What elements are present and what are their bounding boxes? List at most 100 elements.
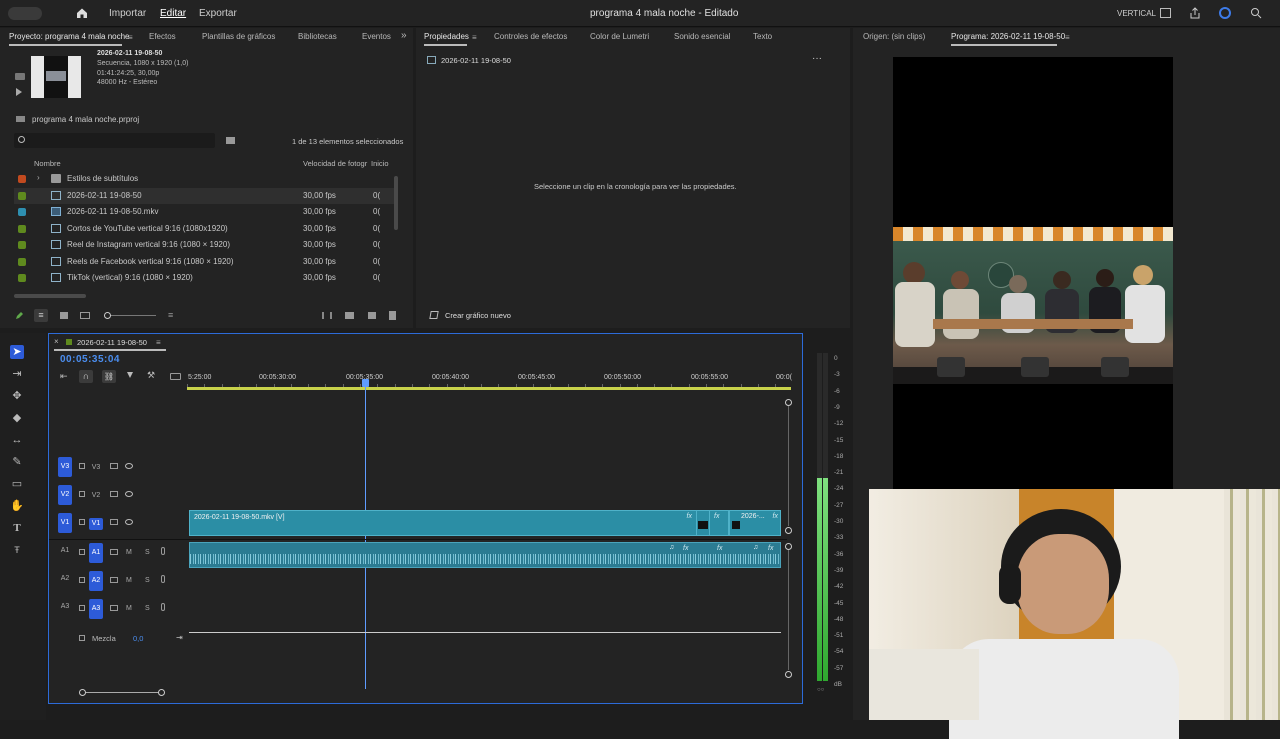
chevron-right-icon[interactable]: › [37,173,40,182]
vertical-zoom-handle[interactable] [785,671,792,678]
tab-project[interactable]: Proyecto: programa 4 mala noche [9,32,130,41]
track-target-v3[interactable]: V3 [58,457,72,477]
lock-icon[interactable] [79,491,85,497]
track-select-tool-icon[interactable]: ⇥ [10,367,24,381]
eye-icon[interactable] [125,463,133,469]
microphone-icon[interactable] [161,603,165,611]
label-color-swatch[interactable] [18,225,26,233]
tab-program-monitor[interactable]: Programa: 2026-02-11 19-08-50 [951,32,1065,41]
playhead[interactable] [362,379,369,689]
tab-lumetri[interactable]: Color de Lumetri [590,32,649,41]
audio-source-a3[interactable]: A3 [58,603,72,615]
lock-icon[interactable] [79,519,85,525]
microphone-icon[interactable] [161,575,165,583]
add-marker-icon[interactable] [127,372,133,378]
zoom-slider[interactable] [104,312,156,319]
vertical-zoom-handle[interactable] [785,399,792,406]
audio-source-a2[interactable]: A2 [58,575,72,587]
lock-icon[interactable] [79,463,85,469]
meter-solo-buttons[interactable]: ○○ [817,687,824,693]
slip-tool-icon[interactable]: ↔ [10,433,24,447]
lock-icon[interactable] [79,605,85,611]
lock-icon[interactable] [79,549,85,555]
home-icon[interactable] [76,7,88,19]
track-target-v2[interactable]: V2 [58,485,72,505]
audio-source-a1[interactable]: A1 [58,547,72,559]
video-clip-2[interactable]: fx [709,510,729,536]
play-icon[interactable] [16,88,22,96]
captions-icon[interactable] [170,373,181,380]
mix-value[interactable]: 0,0 [133,634,143,643]
work-area-bar[interactable] [187,387,791,390]
program-video-frame[interactable] [893,57,1173,492]
timeline-tab-name[interactable]: 2026-02-11 19-08-50 [77,338,147,347]
track-name[interactable]: V2 [89,490,103,502]
mix-go-end-icon[interactable]: ⇥ [176,633,183,642]
wrench-icon[interactable]: ⚒ [147,370,155,381]
track-target-a1[interactable]: A1 [89,543,103,563]
share-icon[interactable] [1189,7,1201,19]
icon-view-icon[interactable] [60,312,68,319]
type-tool-icon[interactable]: T [10,521,24,535]
mute-button[interactable]: M [126,577,132,584]
new-folder-icon[interactable] [345,312,354,319]
progress-circle-icon[interactable] [1219,7,1231,19]
audio-clip[interactable]: ♫ fx fx ♫ fx [189,542,781,568]
sync-lock-icon[interactable] [110,549,118,555]
nest-icon[interactable]: ⇤ [60,371,68,382]
search-input[interactable] [14,133,215,148]
project-list-item[interactable]: TikTok (vertical) 9:16 (1080 × 1920) 30,0… [14,270,394,286]
solo-button[interactable]: S [145,577,150,584]
workspace-label[interactable]: VERTICAL [1117,9,1156,18]
razor-tool-icon[interactable]: ◆ [10,411,24,425]
freeform-view-icon[interactable] [80,312,90,319]
list-scrollbar[interactable] [394,176,398,230]
zoom-handle-right[interactable] [158,689,165,696]
rectangle-tool-icon[interactable]: ▭ [10,477,24,491]
zoom-handle-left[interactable] [79,689,86,696]
track-name[interactable]: V1 [89,518,103,530]
pencil-icon[interactable] [15,311,24,320]
sync-lock-icon[interactable] [110,605,118,611]
mix-lock-icon[interactable] [79,635,85,641]
lock-icon[interactable] [79,577,85,583]
column-name[interactable]: Nombre [34,159,61,168]
sync-lock-icon[interactable] [110,463,118,469]
video-clip[interactable]: 2026-02-11 19-08-50.mkv [V] fx [189,510,697,536]
column-start[interactable]: Inicio [371,159,389,168]
fullscreen-icon[interactable] [1250,7,1262,19]
eye-icon[interactable] [125,519,133,525]
snap-icon[interactable]: ∩ [79,370,93,383]
sync-lock-icon[interactable] [110,577,118,583]
sync-lock-icon[interactable] [110,491,118,497]
ripple-edit-tool-icon[interactable]: ✥ [10,389,24,403]
label-color-swatch[interactable] [18,192,26,200]
tab-effect-controls[interactable]: Controles de efectos [494,32,567,41]
menu-edit[interactable]: Editar [160,8,186,19]
track-target-a2[interactable]: A2 [89,571,103,591]
app-menu-button[interactable] [8,7,42,20]
tab-effects[interactable]: Efectos [149,32,176,41]
project-list-item[interactable]: 2026-02-11 19-08-50.mkv 30,00 fps 0( [14,204,394,220]
tab-events[interactable]: Eventos [362,32,391,41]
horizontal-scrollbar[interactable] [14,294,86,298]
label-color-swatch[interactable] [18,208,26,216]
workspace-panel-icon[interactable] [1160,8,1171,18]
tab-properties[interactable]: Propiedades [424,32,469,41]
list-view-icon[interactable]: ≡ [34,309,48,322]
tab-text[interactable]: Texto [753,32,772,41]
tab-essential-sound[interactable]: Sonido esencial [674,32,730,41]
microphone-icon[interactable] [161,547,165,555]
close-tab-icon[interactable]: × [54,337,59,346]
label-color-swatch[interactable] [18,241,26,249]
tab-libraries[interactable]: Bibliotecas [298,32,337,41]
project-list-item[interactable]: Reel de Instagram vertical 9:16 (1080 × … [14,237,394,253]
project-list-item[interactable]: 2026-02-11 19-08-50 30,00 fps 0( [14,188,394,204]
menu-import[interactable]: Importar [109,8,146,19]
tab-menu-icon[interactable]: ≡ [472,33,477,42]
pen-tool-icon[interactable]: ✎ [10,455,24,469]
trash-icon[interactable] [389,311,396,320]
video-clip-3[interactable]: 2026-... fx [729,510,781,536]
label-color-swatch[interactable] [18,274,26,282]
sync-lock-icon[interactable] [110,519,118,525]
